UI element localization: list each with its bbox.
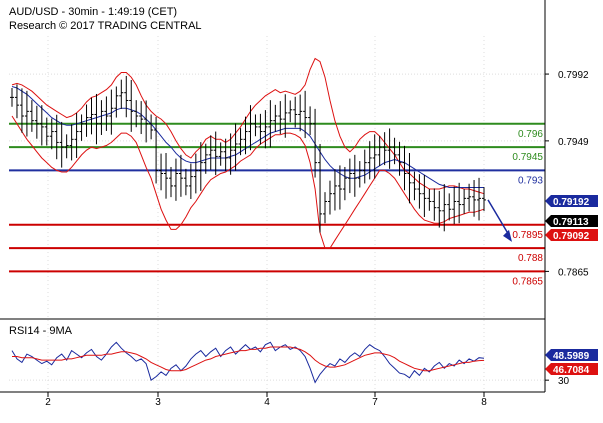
time-tick-label: 8 [481, 397, 487, 408]
level-label: 0.7895 [512, 230, 543, 241]
price-tag-red: 0.79092 [545, 229, 598, 242]
price-tag-blue: 0.79192 [545, 195, 598, 208]
price-tag-label: 46.7084 [553, 365, 590, 376]
price-tag-blue: 48.5989 [545, 349, 598, 362]
time-tick-label: 4 [264, 397, 270, 408]
price-tag-label: 0.79113 [553, 217, 589, 228]
level-label: 0.7945 [512, 152, 543, 163]
level-label: 0.796 [518, 129, 543, 140]
chart-svg: 0.796 0.7945 0.793 0.7895 0.788 0.7865 0.7992… [0, 0, 603, 418]
chart-root: 0.796 0.7945 0.793 0.7895 0.788 0.7865 0.7992… [0, 0, 603, 418]
rsi-title: RSI14 - 9MA [9, 325, 73, 337]
level-label: 0.7865 [512, 276, 543, 287]
time-tick-label: 3 [155, 397, 161, 408]
price-tag-label: 0.79192 [553, 197, 590, 208]
price-tick-label: 0.7949 [558, 137, 589, 148]
time-tick-label: 7 [372, 397, 378, 408]
price-tick-label: 0.7992 [558, 70, 589, 81]
level-label: 0.793 [518, 175, 543, 186]
price-tag-label: 0.79092 [553, 231, 590, 242]
rsi-tick-label: 30 [558, 376, 570, 387]
price-tag-label: 48.5989 [553, 351, 590, 362]
level-label: 0.788 [518, 253, 543, 264]
time-tick-label: 2 [45, 397, 51, 408]
price-tick-label: 0.7865 [558, 267, 589, 278]
chart-title: AUD/USD - 30min - 1:49:19 (CET) [9, 6, 177, 18]
chart-subtitle: Research © 2017 TRADING CENTRAL [9, 20, 202, 32]
price-tag-red: 46.7084 [545, 363, 598, 376]
price-tag-black: 0.79113 [545, 215, 598, 228]
